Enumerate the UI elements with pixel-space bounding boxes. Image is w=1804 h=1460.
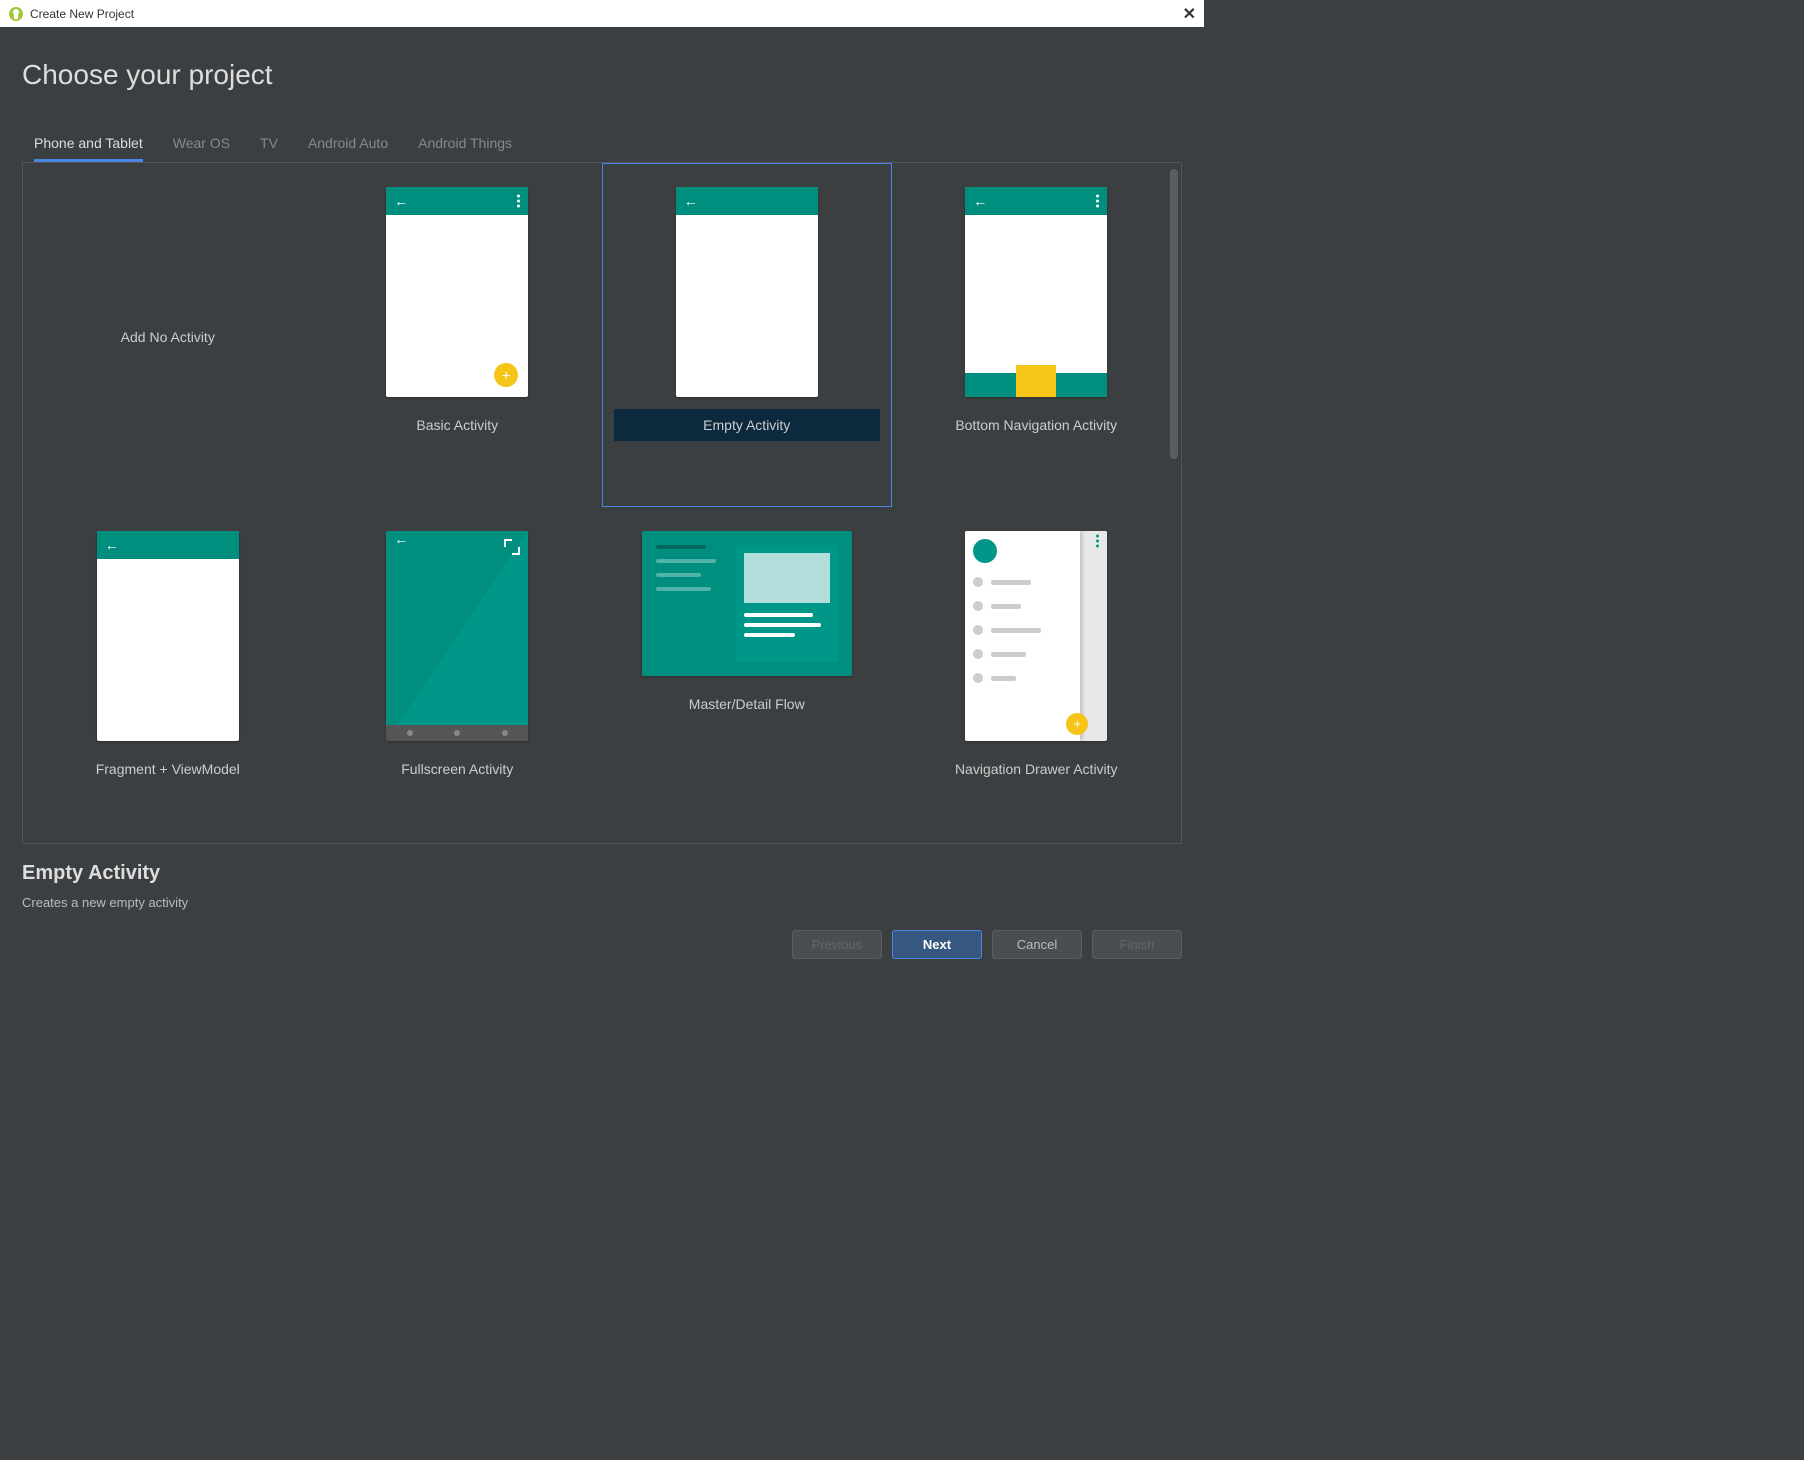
- tab-tv[interactable]: TV: [260, 131, 278, 162]
- next-button[interactable]: Next: [892, 930, 982, 959]
- template-grid: Add No Activity ← + Basic Activity ← Emp…: [23, 163, 1181, 843]
- selection-info: Empty Activity Creates a new empty activ…: [0, 844, 1204, 920]
- template-empty-activity[interactable]: ← Empty Activity: [602, 163, 892, 507]
- back-arrow-icon: ←: [105, 537, 119, 553]
- template-label: Empty Activity: [614, 417, 880, 433]
- template-basic-activity[interactable]: ← + Basic Activity: [313, 163, 603, 507]
- back-arrow-icon: ←: [973, 193, 987, 209]
- fab-icon: +: [1066, 713, 1088, 735]
- template-label: Navigation Drawer Activity: [955, 761, 1118, 777]
- selection-description: Creates a new empty activity: [22, 895, 1182, 910]
- android-studio-icon: [8, 6, 24, 22]
- cancel-button[interactable]: Cancel: [992, 930, 1082, 959]
- tabs: Phone and Tablet Wear OS TV Android Auto…: [34, 131, 1182, 162]
- previous-button[interactable]: Previous: [792, 930, 882, 959]
- titlebar: Create New Project ✕: [0, 0, 1204, 27]
- back-arrow-icon: ←: [394, 531, 408, 547]
- page-title: Choose your project: [22, 59, 1182, 91]
- overflow-menu-icon: [517, 195, 520, 208]
- close-icon[interactable]: ✕: [1183, 4, 1196, 24]
- template-navigation-drawer[interactable]: + Navigation Drawer Activity: [892, 507, 1182, 843]
- thumbnail: ←: [676, 187, 818, 397]
- thumbnail: +: [965, 531, 1107, 741]
- back-arrow-icon: ←: [684, 193, 698, 209]
- template-grid-container: Add No Activity ← + Basic Activity ← Emp…: [22, 162, 1182, 844]
- template-label: Fullscreen Activity: [401, 761, 513, 777]
- template-fragment-viewmodel[interactable]: ← Fragment + ViewModel: [23, 507, 313, 843]
- template-label: Bottom Navigation Activity: [955, 417, 1117, 433]
- overflow-menu-icon: [1096, 195, 1099, 208]
- template-bottom-navigation[interactable]: ← Bottom Navigation Activity: [892, 163, 1182, 507]
- template-add-no-activity[interactable]: Add No Activity: [23, 163, 313, 507]
- window-title: Create New Project: [30, 7, 134, 21]
- template-label: Basic Activity: [416, 417, 498, 433]
- overflow-menu-icon: [1096, 535, 1099, 548]
- template-label: Fragment + ViewModel: [96, 761, 240, 777]
- finish-button[interactable]: Finish: [1092, 930, 1182, 959]
- selection-title: Empty Activity: [22, 862, 1182, 885]
- avatar-icon: [973, 539, 997, 563]
- tab-android-auto[interactable]: Android Auto: [308, 131, 388, 162]
- thumbnail: [642, 531, 852, 676]
- template-fullscreen-activity[interactable]: ← Fullscreen Activity: [313, 507, 603, 843]
- thumbnail: ←: [97, 531, 239, 741]
- template-label: Master/Detail Flow: [689, 696, 805, 712]
- template-label: Add No Activity: [121, 329, 215, 345]
- thumbnail: ←: [965, 187, 1107, 397]
- footer-buttons: Previous Next Cancel Finish: [0, 920, 1204, 973]
- fab-icon: +: [494, 363, 518, 387]
- fullscreen-icon: [504, 539, 520, 555]
- back-arrow-icon: ←: [394, 193, 408, 209]
- tab-phone-tablet[interactable]: Phone and Tablet: [34, 131, 143, 162]
- thumbnail: ← +: [386, 187, 528, 397]
- tab-android-things[interactable]: Android Things: [418, 131, 512, 162]
- tab-wear-os[interactable]: Wear OS: [173, 131, 230, 162]
- scrollbar[interactable]: [1170, 169, 1178, 459]
- thumbnail: ←: [386, 531, 528, 741]
- template-master-detail[interactable]: Master/Detail Flow: [602, 507, 892, 843]
